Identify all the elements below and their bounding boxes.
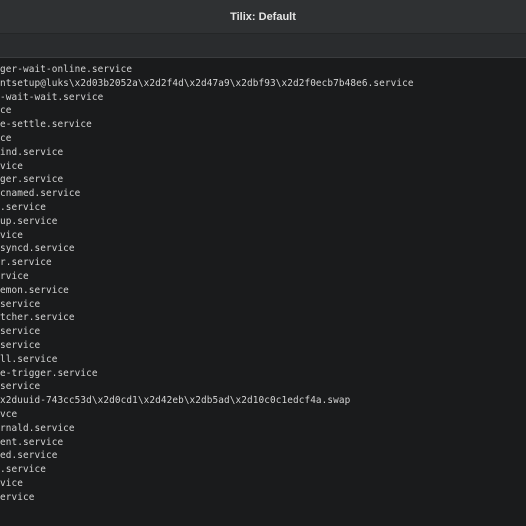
terminal-line: service xyxy=(0,381,41,393)
terminal-line: ent.service xyxy=(0,436,64,448)
terminal-line: e-settle.service xyxy=(0,119,92,131)
terminal-window: Tilix: Default ger-wait-online.service nt… xyxy=(0,0,526,526)
terminal-line: up.service xyxy=(0,215,58,227)
terminal-line: rnald.service xyxy=(0,422,75,434)
terminal-line: vice xyxy=(0,160,23,172)
terminal-area[interactable]: ger-wait-online.service ntsetup@luks\x2d0… xyxy=(0,58,526,526)
terminal-line: e-trigger.service xyxy=(0,367,98,379)
terminal-line: ntsetup@luks\x2d03b2052a\x2d2f4d\x2d47a9… xyxy=(0,77,414,89)
terminal-line: syncd.service xyxy=(0,243,75,255)
terminal-line: .service xyxy=(0,201,46,213)
terminal-line: cnamed.service xyxy=(0,188,81,200)
terminal-line: rvice xyxy=(0,270,29,282)
title-bar[interactable]: Tilix: Default xyxy=(0,0,526,34)
terminal-line: vice xyxy=(0,229,23,241)
terminal-line: ind.service xyxy=(0,146,64,158)
terminal-line: tcher.service xyxy=(0,312,75,324)
terminal-line: .service xyxy=(0,464,46,476)
terminal-line: -wait-wait.service xyxy=(0,91,104,103)
window-title: Tilix: Default xyxy=(230,11,296,23)
terminal-line: emon.service xyxy=(0,284,69,296)
terminal-line: ed.service xyxy=(0,450,58,462)
terminal-line: ger-wait-online.service xyxy=(0,64,133,75)
terminal-line: r.service xyxy=(0,257,52,269)
terminal-line: ll.service xyxy=(0,353,58,365)
session-bar xyxy=(0,34,526,58)
terminal-line: vce xyxy=(0,408,18,420)
terminal-line: ce xyxy=(0,105,12,117)
terminal-line: service xyxy=(0,298,41,310)
terminal-line: ger.service xyxy=(0,174,64,186)
terminal-output: ger-wait-online.service ntsetup@luks\x2d0… xyxy=(0,63,414,505)
terminal-line: service xyxy=(0,339,41,351)
terminal-line: ervice xyxy=(0,491,35,503)
terminal-line: x2duuid-743cc53d\x2d0cd1\x2d42eb\x2db5ad… xyxy=(0,395,351,407)
terminal-line: service xyxy=(0,326,41,338)
terminal-line: vice xyxy=(0,477,23,489)
terminal-line: ce xyxy=(0,132,12,144)
